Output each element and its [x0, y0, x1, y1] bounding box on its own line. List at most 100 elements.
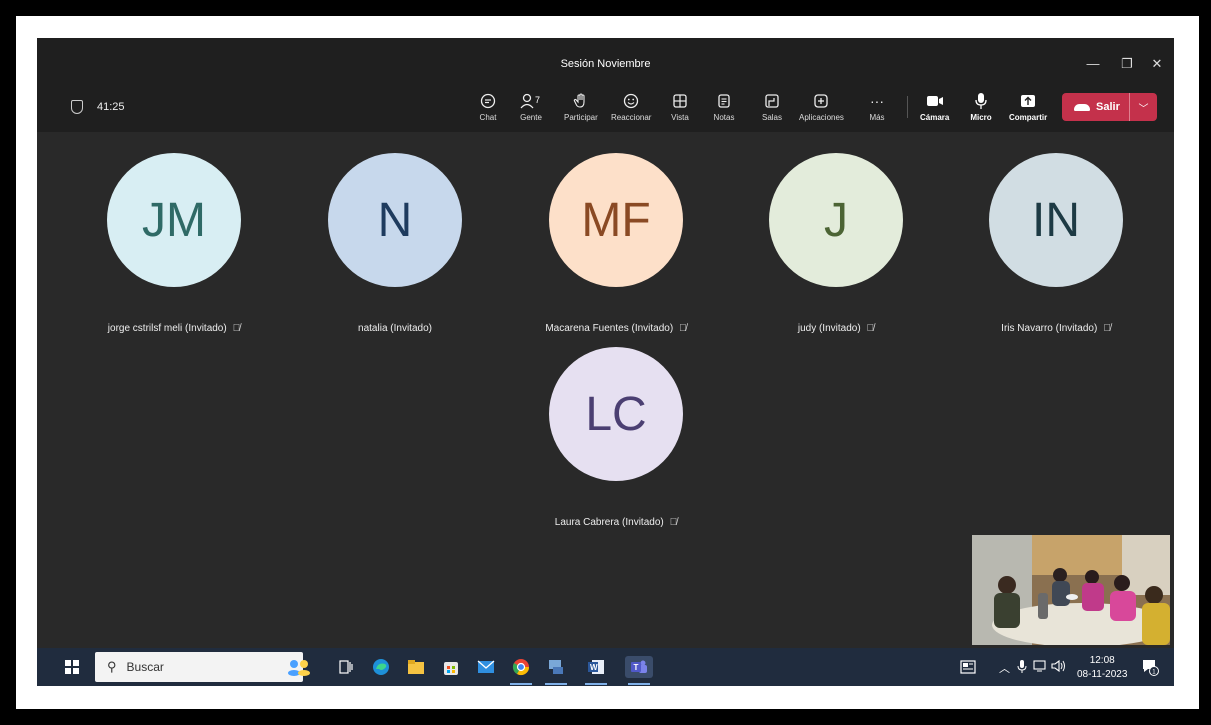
participant-name: natalia (Invitado): [358, 323, 432, 334]
close-icon[interactable]: ✕: [1145, 56, 1169, 72]
notes-button[interactable]: Notas: [713, 92, 735, 122]
store-icon[interactable]: [440, 656, 462, 678]
chrome-icon[interactable]: [510, 656, 532, 678]
participant-name: Macarena Fuentes (Invitado): [545, 323, 674, 334]
people-label: Gente: [520, 113, 542, 122]
title-bar: Sesión Noviembre — ❐ ✕: [37, 38, 1174, 84]
people-count: 7: [535, 95, 540, 105]
clock-date: 08-11-2023: [1077, 669, 1128, 680]
participant-tile[interactable]: IN Iris Navarro (Invitado) 🎙̸: [961, 153, 1151, 334]
react-button[interactable]: Reaccionar: [611, 92, 651, 122]
participant-tile[interactable]: LC Laura Cabrera (Invitado) 🎙̸: [521, 347, 711, 528]
leave-button[interactable]: Salir ﹀: [1062, 93, 1157, 121]
active-indicator: [510, 683, 532, 685]
raise-hand-button[interactable]: Participar: [564, 92, 598, 122]
participant-name-row: natalia (Invitado): [300, 323, 490, 334]
participant-name-row: Macarena Fuentes (Invitado) 🎙̸: [521, 323, 711, 334]
avatar: LC: [549, 347, 683, 481]
system-clock[interactable]: 12:08 08-11-2023: [1077, 654, 1127, 682]
svg-text:W: W: [590, 663, 598, 672]
participant-name-row: judy (Invitado) 🎙̸: [741, 323, 931, 334]
microphone-icon: [970, 92, 992, 110]
chat-icon: [477, 92, 499, 110]
participant-tile[interactable]: JM jorge cstrilsf meli (Invitado) 🎙̸: [79, 153, 269, 334]
participant-name: jorge cstrilsf meli (Invitado): [107, 323, 227, 334]
participant-name-row: Laura Cabrera (Invitado) 🎙̸: [521, 517, 711, 528]
avatar-initials: LC: [585, 387, 647, 441]
participant-name: Iris Navarro (Invitado): [1001, 323, 1098, 334]
active-indicator: [545, 683, 567, 685]
rooms-button[interactable]: Salas: [761, 92, 783, 122]
edge-browser-icon[interactable]: [370, 656, 392, 678]
avatar: MF: [549, 153, 683, 287]
svg-text:T: T: [634, 663, 639, 672]
avatar-initials: N: [377, 193, 413, 247]
participant-name: judy (Invitado): [797, 323, 861, 334]
news-widget-icon[interactable]: [957, 656, 979, 678]
window-title: Sesión Noviembre: [560, 58, 651, 70]
active-indicator: [628, 683, 650, 685]
clock-time: 12:08: [1089, 655, 1115, 666]
teams-icon[interactable]: T: [625, 656, 653, 678]
raise-hand-label: Participar: [564, 113, 598, 122]
apps-label: Aplicaciones: [799, 113, 844, 122]
shield-icon: [71, 100, 83, 114]
self-view-video[interactable]: [972, 535, 1170, 645]
avatar-initials: JM: [142, 193, 206, 247]
chat-label: Chat: [479, 113, 497, 122]
people-button[interactable]: 7 Gente: [520, 92, 542, 122]
avatar: JM: [107, 153, 241, 287]
apps-button[interactable]: Aplicaciones: [799, 92, 844, 122]
avatar-initials: MF: [581, 193, 651, 247]
smiley-icon: [620, 92, 642, 110]
mail-icon[interactable]: [475, 656, 497, 678]
mic-off-icon: 🎙̸: [1103, 323, 1111, 334]
minimize-icon[interactable]: —: [1081, 56, 1105, 71]
notifications-icon[interactable]: 1: [1139, 656, 1161, 678]
notes-icon: [713, 92, 735, 110]
more-icon: ···: [870, 93, 884, 109]
participant-tile[interactable]: N natalia (Invitado): [300, 153, 490, 334]
mic-label: Micro: [970, 113, 992, 122]
mic-button[interactable]: Micro: [970, 92, 992, 122]
rooms-label: Salas: [761, 113, 782, 122]
word-icon[interactable]: W: [585, 656, 607, 678]
mic-off-icon: 🎙̸: [669, 517, 678, 528]
tray-microphone-icon[interactable]: [1017, 660, 1027, 676]
windows-taskbar: ⚲ Buscar W T ︿ 12:08 08-11-2023 1: [37, 648, 1174, 686]
maximize-icon[interactable]: ❐: [1115, 56, 1139, 72]
network-app-icon[interactable]: [545, 656, 567, 678]
share-label: Compartir: [1009, 113, 1048, 122]
avatar-initials: IN: [1032, 193, 1080, 247]
chevron-down-icon[interactable]: ﹀: [1130, 100, 1157, 115]
mic-off-icon: 🎙̸: [679, 323, 687, 334]
participant-tile[interactable]: J judy (Invitado) 🎙̸: [741, 153, 931, 334]
camera-button[interactable]: Cámara: [920, 92, 949, 122]
file-explorer-icon[interactable]: [405, 656, 427, 678]
chat-button[interactable]: Chat: [477, 92, 499, 122]
leave-label: Salir: [1096, 101, 1120, 113]
search-label: Buscar: [126, 660, 164, 674]
windows-start-icon[interactable]: [61, 656, 83, 678]
chevron-up-icon[interactable]: ︿: [999, 660, 1010, 676]
people-app-icon[interactable]: [284, 656, 314, 678]
react-label: Reaccionar: [611, 113, 652, 122]
taskbar-search[interactable]: ⚲ Buscar: [95, 652, 303, 682]
leave-main[interactable]: Salir: [1062, 101, 1129, 113]
participant-name-row: Iris Navarro (Invitado) 🎙̸: [961, 323, 1151, 334]
search-icon: ⚲: [107, 659, 117, 674]
volume-icon[interactable]: [1051, 659, 1067, 675]
people-icon: 7: [520, 92, 542, 110]
participant-tile[interactable]: MF Macarena Fuentes (Invitado) 🎙̸: [521, 153, 711, 334]
self-view-image: [972, 535, 1170, 645]
avatar-initials: J: [824, 193, 848, 247]
more-button[interactable]: ··· Más: [866, 92, 888, 122]
hang-up-icon: [1074, 103, 1090, 111]
network-icon[interactable]: [1033, 660, 1047, 675]
share-button[interactable]: Compartir: [1009, 92, 1047, 122]
view-button[interactable]: Vista: [669, 92, 691, 122]
participant-name-row: jorge cstrilsf meli (Invitado) 🎙̸: [79, 323, 269, 334]
add-apps-icon: [810, 92, 832, 110]
task-view-icon[interactable]: [335, 656, 357, 678]
hand-icon: [570, 92, 592, 110]
